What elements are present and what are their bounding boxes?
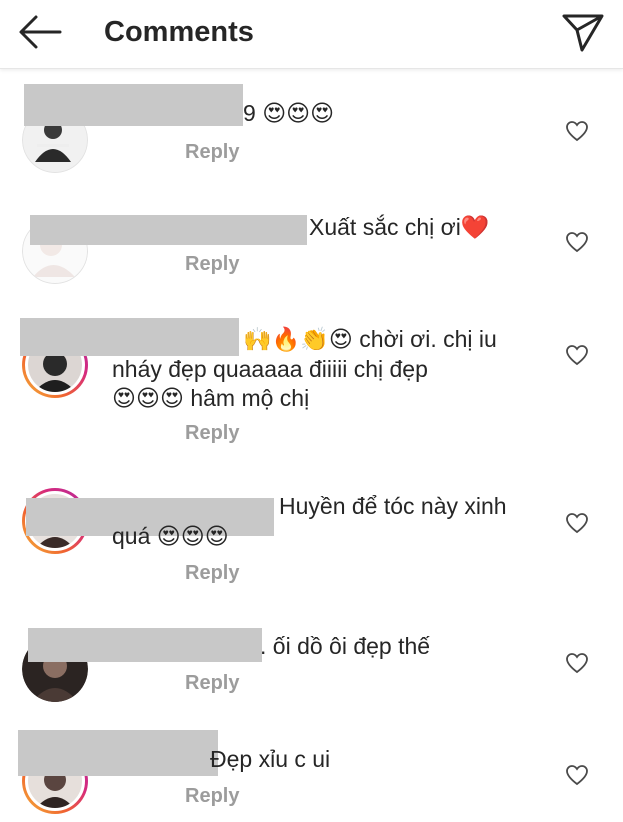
comment-text: Xuất sắc chị ơi❤️ — [309, 212, 490, 243]
reply-button[interactable]: Reply — [185, 672, 239, 695]
send-button[interactable] — [560, 12, 606, 52]
comment-text: . ối dồ ôi đẹp thế — [260, 633, 431, 659]
redacted-username — [18, 730, 218, 776]
back-button[interactable] — [18, 14, 62, 50]
comment-text-line2: quá 😍😍😍 — [112, 521, 229, 552]
comment-item: Huyền để tóc này xinh quá 😍😍😍 Reply — [0, 486, 623, 596]
emoji: 😍😍😍 — [156, 524, 229, 550]
like-button[interactable] — [565, 512, 589, 534]
reply-button[interactable]: Reply — [185, 253, 239, 276]
redacted-username — [28, 628, 262, 662]
emoji: 😍😍😍 — [112, 386, 184, 412]
heart-icon — [566, 513, 588, 534]
page-title: Comments — [104, 16, 254, 48]
comment-text-line2: nháy đẹp quaaaaa điiiii chị đẹp — [112, 356, 428, 382]
heart-icon — [566, 345, 588, 366]
paper-plane-icon — [562, 14, 604, 52]
emoji: 😍😍😍 — [262, 101, 335, 127]
redacted-username — [24, 84, 243, 126]
like-button[interactable] — [565, 120, 589, 142]
comment-body: chời ơi. chị iu — [359, 326, 497, 352]
comment-text-line1: 🙌🔥👏😍 chời ơi. chị iu — [243, 324, 497, 355]
comment-text: Đẹp xỉu c ui — [210, 746, 331, 772]
reply-button[interactable]: Reply — [185, 562, 239, 585]
redacted-username — [20, 318, 239, 356]
redacted-username — [30, 215, 307, 245]
reply-button[interactable]: Reply — [185, 785, 239, 808]
heart-icon — [566, 653, 588, 674]
heart-icon — [566, 765, 588, 786]
heart-icon — [566, 232, 588, 253]
reply-button[interactable]: Reply — [185, 422, 239, 445]
header-bar: Comments — [0, 0, 623, 69]
arrow-left-icon — [19, 15, 62, 49]
comment-item: 9 😍😍😍 Reply — [0, 84, 623, 174]
comment-text-line1: Huyền để tóc này xinh — [279, 493, 507, 519]
heart-emoji: ❤️ — [460, 215, 490, 241]
comment-text: 9 😍😍😍 — [243, 98, 334, 129]
reply-button[interactable]: Reply — [185, 141, 239, 164]
heart-icon — [566, 121, 588, 142]
like-button[interactable] — [565, 764, 589, 786]
comment-body: quá — [112, 523, 151, 549]
comment-item: Xuất sắc chị ơi❤️ Reply — [0, 205, 623, 295]
comment-item: Đẹp xỉu c ui Reply — [0, 730, 623, 822]
comment-text-line3: 😍😍😍 hâm mộ chị — [112, 383, 309, 414]
emoji: 🙌🔥👏😍 — [243, 327, 353, 353]
comment-item: 🙌🔥👏😍 chời ơi. chị iu nháy đẹp quaaaaa đi… — [0, 316, 623, 456]
username-fragment: 9 — [243, 100, 256, 126]
like-button[interactable] — [565, 344, 589, 366]
like-button[interactable] — [565, 231, 589, 253]
comment-body: Xuất sắc chị ơi — [309, 214, 461, 240]
like-button[interactable] — [565, 652, 589, 674]
comment-item: . ối dồ ôi đẹp thế Reply — [0, 624, 623, 714]
comment-body: hâm mộ chị — [190, 385, 310, 411]
